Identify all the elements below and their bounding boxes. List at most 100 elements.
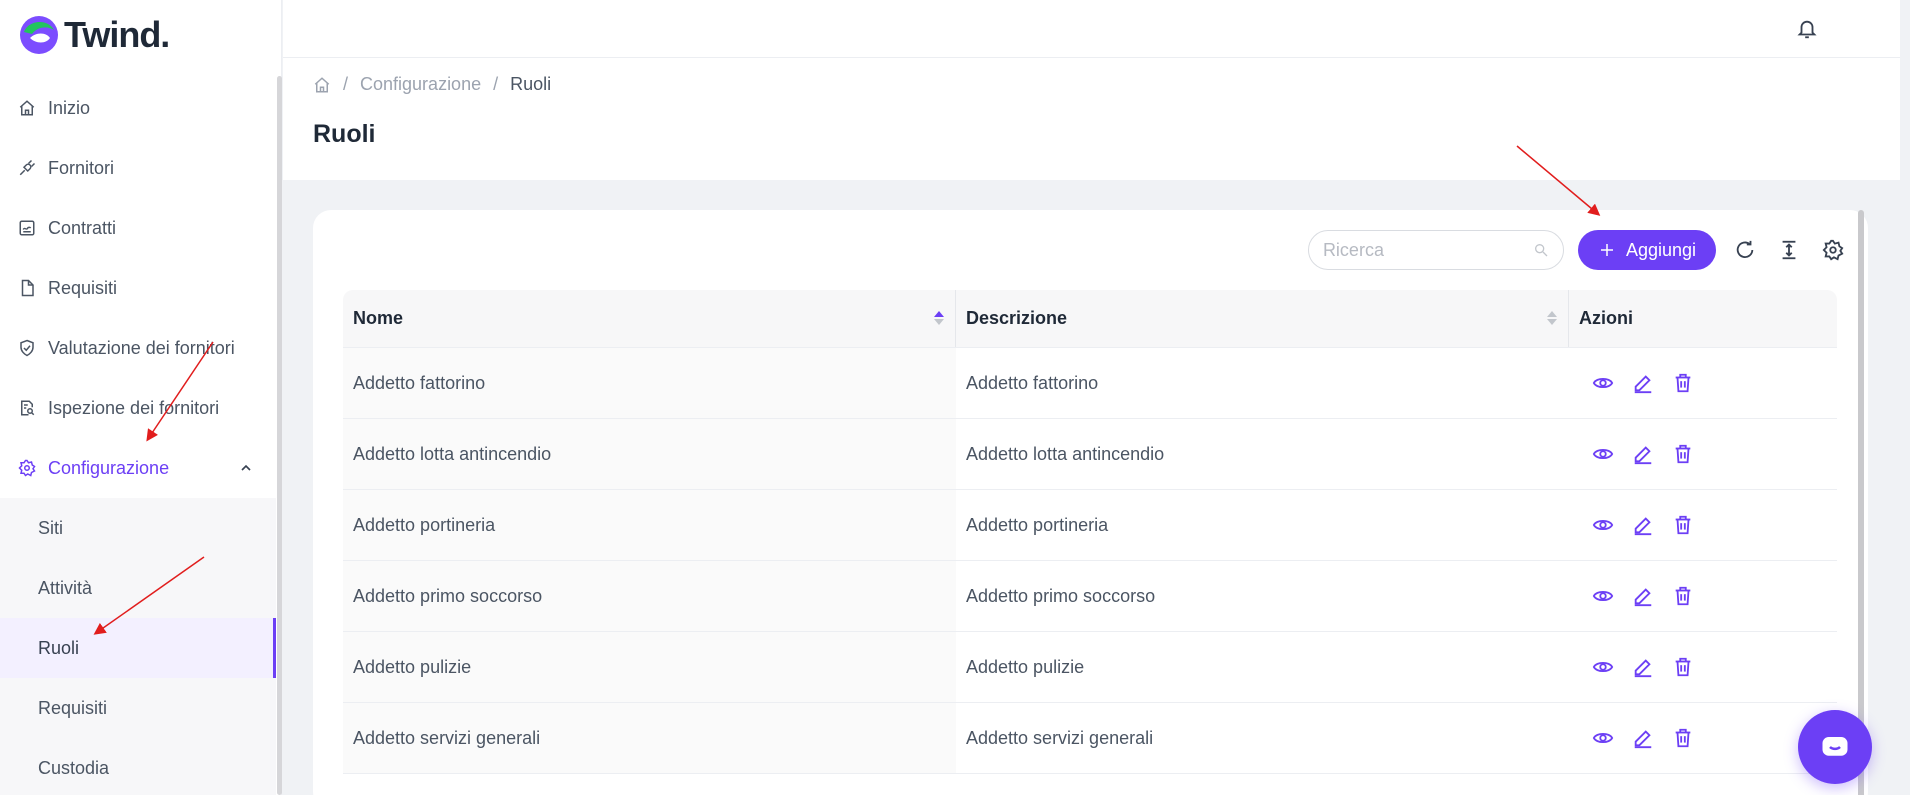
sidebar-item-inizio[interactable]: Inizio: [0, 78, 276, 138]
sidebar-subitem-attivita[interactable]: Attività: [0, 558, 276, 618]
view-icon[interactable]: [1591, 726, 1615, 750]
sidebar-subitem-requisiti[interactable]: Requisiti: [0, 678, 276, 738]
edit-icon[interactable]: [1631, 655, 1655, 679]
sidebar-subitem-siti[interactable]: Siti: [0, 498, 276, 558]
cell-azioni: [1569, 703, 1837, 773]
cell-descrizione: Addetto portineria: [956, 490, 1569, 560]
sidebar-subitem-label: Siti: [38, 517, 64, 538]
cell-text: Addetto servizi generali: [353, 727, 541, 748]
bell-icon[interactable]: [1796, 18, 1818, 40]
sidebar-subitem-label: Requisiti: [38, 697, 108, 718]
cell-azioni: [1569, 348, 1837, 418]
chevron-up-icon[interactable]: [238, 460, 254, 476]
add-button[interactable]: Aggiungi: [1577, 230, 1716, 270]
refresh-icon[interactable]: [1730, 235, 1760, 265]
view-icon[interactable]: [1591, 655, 1615, 679]
chat-icon: [1822, 737, 1848, 756]
roles-table: Nome Descrizione Azioni Addetto fattorin…: [343, 290, 1837, 774]
table-row[interactable]: Addetto pulizie Addetto pulizie: [343, 632, 1837, 703]
column-header-nome[interactable]: Nome: [343, 290, 956, 347]
edit-icon[interactable]: [1631, 513, 1655, 537]
breadcrumb-separator: /: [343, 74, 349, 94]
sidebar-subitem-custodia[interactable]: Custodia: [0, 738, 276, 795]
edit-icon[interactable]: [1631, 726, 1655, 750]
column-header-descrizione[interactable]: Descrizione: [956, 290, 1569, 347]
sidebar-item-contratti[interactable]: Contratti: [0, 198, 276, 258]
delete-icon[interactable]: [1671, 726, 1695, 750]
search-input[interactable]: [1322, 239, 1513, 261]
sidebar-item-label: Fornitori: [48, 157, 115, 178]
inspect-icon: [18, 399, 36, 417]
view-icon[interactable]: [1591, 371, 1615, 395]
breadcrumb: / Configurazione / Ruoli: [313, 74, 551, 95]
table-row[interactable]: Addetto portineria Addetto portineria: [343, 490, 1837, 561]
sidebar-item-fornitori[interactable]: Fornitori: [0, 138, 276, 198]
view-icon[interactable]: [1591, 442, 1615, 466]
roles-card: Aggiungi Nome Descrizione Azioni Addet: [313, 210, 1868, 795]
delete-icon[interactable]: [1671, 584, 1695, 608]
sidebar-scrollbar[interactable]: [277, 76, 282, 795]
row-density-icon[interactable]: [1774, 235, 1804, 265]
sidebar-item-label: Valutazione dei fornitori: [48, 337, 235, 358]
sort-icon[interactable]: [1546, 310, 1558, 326]
top-bar: [283, 0, 1900, 58]
table-body: Addetto fattorino Addetto fattorino Addett…: [343, 348, 1837, 774]
delete-icon[interactable]: [1671, 371, 1695, 395]
sidebar-subnav-configurazione: Siti Attività Ruoli Requisiti Custodia: [0, 498, 276, 795]
view-icon[interactable]: [1591, 584, 1615, 608]
cell-descrizione: Addetto pulizie: [956, 632, 1569, 702]
sidebar: Twind. Inizio Fornitori Contratti Requis…: [0, 0, 282, 795]
document-icon: [18, 279, 36, 297]
sidebar-nav: Inizio Fornitori Contratti Requisiti Val…: [0, 78, 276, 795]
cell-text: Addetto portineria: [966, 514, 1109, 535]
chat-button[interactable]: [1798, 710, 1872, 784]
view-icon[interactable]: [1591, 513, 1615, 537]
sidebar-item-requisiti[interactable]: Requisiti: [0, 258, 276, 318]
sidebar-item-label: Ispezione dei fornitori: [48, 397, 220, 418]
page-scrollbar[interactable]: [1858, 210, 1864, 795]
cell-nome: Addetto portineria: [343, 490, 956, 560]
edit-icon[interactable]: [1631, 371, 1655, 395]
delete-icon[interactable]: [1671, 513, 1695, 537]
brand-name: Twind.: [64, 14, 170, 55]
sidebar-item-valutazione[interactable]: Valutazione dei fornitori: [0, 318, 276, 378]
sidebar-item-configurazione[interactable]: Configurazione: [0, 438, 276, 498]
cell-text: Addetto pulizie: [966, 656, 1085, 677]
delete-icon[interactable]: [1671, 442, 1695, 466]
table-row[interactable]: Addetto servizi generali Addetto servizi …: [343, 703, 1837, 774]
cell-nome: Addetto lotta antincendio: [343, 419, 956, 489]
edit-icon[interactable]: [1631, 584, 1655, 608]
column-header-label: Azioni: [1579, 308, 1633, 328]
table-header: Nome Descrizione Azioni: [343, 290, 1837, 348]
brand-logo[interactable]: Twind.: [18, 14, 170, 56]
breadcrumb-current: Ruoli: [510, 74, 552, 94]
twind-logo-icon: [20, 16, 58, 54]
breadcrumb-parent[interactable]: Configurazione: [360, 74, 481, 95]
edit-icon[interactable]: [1631, 442, 1655, 466]
cell-text: Addetto primo soccorso: [353, 585, 543, 606]
plug-icon: [18, 159, 36, 177]
column-header-label: Descrizione: [966, 308, 1068, 328]
table-row[interactable]: Addetto primo soccorso Addetto primo socc…: [343, 561, 1837, 632]
cell-text: Addetto servizi generali: [966, 727, 1154, 748]
delete-icon[interactable]: [1671, 655, 1695, 679]
sidebar-subitem-label: Attività: [38, 577, 93, 598]
column-header-azioni: Azioni: [1569, 290, 1837, 347]
sort-icon[interactable]: [933, 310, 945, 326]
cell-descrizione: Addetto servizi generali: [956, 703, 1569, 773]
table-row[interactable]: Addetto fattorino Addetto fattorino: [343, 348, 1837, 419]
cell-text: Addetto pulizie: [353, 656, 472, 677]
cell-nome: Addetto fattorino: [343, 348, 956, 418]
sidebar-subitem-ruoli[interactable]: Ruoli: [0, 618, 276, 678]
sidebar-item-ispezione[interactable]: Ispezione dei fornitori: [0, 378, 276, 438]
table-row[interactable]: Addetto lotta antincendio Addetto lotta a…: [343, 419, 1837, 490]
page-title: Ruoli: [313, 120, 376, 148]
home-icon[interactable]: [313, 76, 331, 94]
cell-descrizione: Addetto lotta antincendio: [956, 419, 1569, 489]
home-icon: [18, 99, 36, 117]
search-icon: [1534, 244, 1548, 257]
sidebar-subitem-label: Ruoli: [38, 637, 80, 658]
plus-icon: [1600, 244, 1613, 256]
settings-icon[interactable]: [1818, 235, 1848, 265]
cell-azioni: [1569, 419, 1837, 489]
